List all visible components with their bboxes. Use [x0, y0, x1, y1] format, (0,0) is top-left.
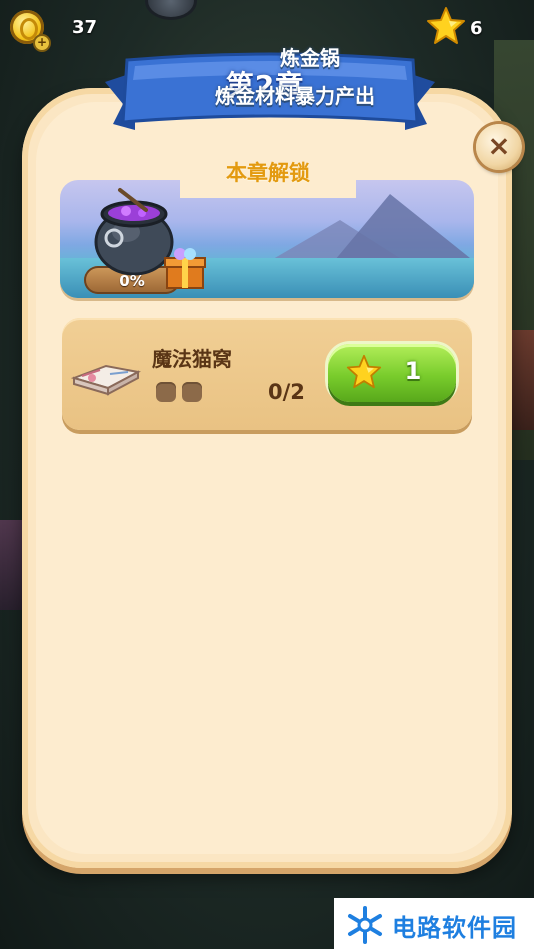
feature-progress: 0%	[119, 272, 145, 290]
star-count: 6	[470, 18, 483, 39]
book-icon	[70, 364, 141, 396]
gift-box-icon	[164, 248, 206, 289]
close-icon: ×	[487, 129, 511, 162]
progress-slot	[156, 382, 176, 402]
add-coins-icon[interactable]: +	[33, 34, 51, 52]
progress-slot	[182, 382, 202, 402]
settings-icon[interactable]	[145, 0, 197, 20]
section-label: 本章解锁	[226, 161, 310, 185]
close-button[interactable]: ×	[476, 124, 522, 170]
star-icon	[427, 7, 465, 44]
feature-title: 炼金锅	[280, 46, 340, 70]
item-name: 魔法猫窝	[152, 347, 232, 371]
item-progress: 0/2	[268, 380, 305, 404]
star-icon	[346, 354, 382, 389]
feature-description: 炼金材料暴力产出	[215, 84, 375, 108]
watermark-logo-icon	[348, 906, 382, 944]
coin-count: 37	[72, 17, 98, 38]
unlock-cost: 1	[404, 357, 422, 385]
watermark-text: 电路软件园	[392, 914, 517, 942]
